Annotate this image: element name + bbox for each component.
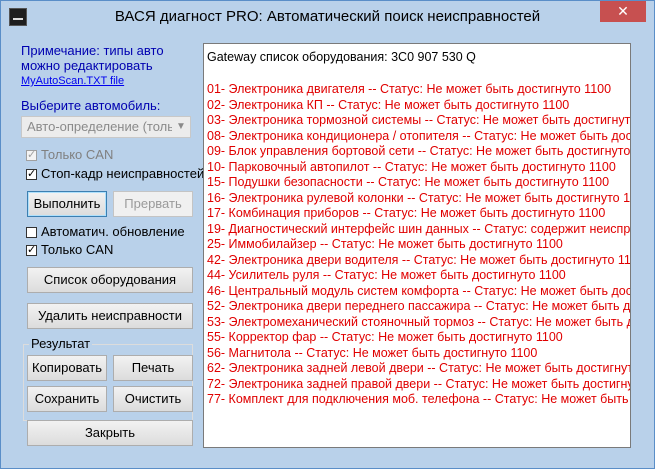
stop-button: Прервать	[113, 191, 193, 217]
list-item: 53- Электромеханический стояночный тормо…	[207, 314, 630, 329]
result-group-label: Результат	[29, 336, 93, 351]
list-item: 77- Комплект для подключения моб. телефо…	[207, 392, 630, 406]
only-can-label-2: Только CAN	[41, 242, 114, 257]
checkbox-box	[26, 148, 37, 162]
main-window: ВАСЯ диагност PRO: Автоматический поиск …	[0, 0, 655, 469]
auto-update-checkbox[interactable]: Автоматич. обновление	[26, 224, 185, 240]
autoscan-file-link[interactable]: MyAutoScan.TXT file	[21, 75, 124, 87]
checkbox-box[interactable]	[26, 243, 37, 257]
clear-faults-button[interactable]: Удалить неисправности	[27, 303, 193, 329]
list-item: 16- Электроника рулевой колонки -- Стату…	[207, 190, 631, 205]
list-item: 72- Электроника задней правой двери -- С…	[207, 376, 631, 391]
chevron-down-icon: ▼	[172, 117, 190, 137]
print-button[interactable]: Печать	[113, 355, 193, 381]
select-car-label: Выберите автомобиль:	[21, 98, 161, 113]
close-button[interactable]: Закрыть	[27, 420, 193, 446]
list-item: 56- Магнитола -- Статус: Не может быть д…	[207, 345, 538, 360]
only-can-label-1: Только CAN	[41, 147, 114, 162]
freeze-frame-label: Стоп-кадр неисправностей	[41, 166, 205, 181]
car-select: Авто-определение (тольк ▼	[21, 116, 191, 138]
copy-button[interactable]: Копировать	[27, 355, 107, 381]
list-item: 62- Электроника задней левой двери -- Ст…	[207, 361, 631, 375]
only-can-checkbox[interactable]: Только CAN	[26, 242, 113, 258]
clear-button[interactable]: Очистить	[113, 386, 193, 412]
window-title: ВАСЯ диагност PRO: Автоматический поиск …	[114, 8, 541, 25]
close-window-button[interactable]: ✕	[600, 1, 646, 22]
list-item: 46- Центральный модуль систем комфорта -…	[207, 283, 630, 298]
title-bar[interactable]: ВАСЯ диагност PRO: Автоматический поиск …	[1, 1, 654, 33]
only-can-checkbox-disabled: Только CAN	[26, 147, 113, 163]
checkbox-box[interactable]	[26, 167, 37, 181]
checkbox-box[interactable]	[26, 226, 37, 238]
list-item: 01- Электроника двигателя -- Статус: Не …	[207, 82, 612, 96]
equipment-list-button[interactable]: Список оборудования	[27, 267, 193, 293]
car-select-value: Авто-определение (тольк	[27, 119, 180, 134]
note-text: Примечание: типы авто можно редактироват…	[21, 43, 164, 73]
list-item: 15- Подушки безопасности -- Статус: Не м…	[207, 175, 610, 189]
list-item: 17- Комбинация приборов -- Статус: Не мо…	[207, 206, 606, 220]
list-item: 02- Электроника КП -- Статус: Не может б…	[207, 97, 570, 112]
list-item: 25- Иммобилайзер -- Статус: Не может быт…	[207, 237, 563, 251]
module-status-list: 01- Электроника двигателя -- Статус: Не …	[207, 82, 631, 408]
list-item: 19- Диагностический интерфейс шин данных…	[207, 221, 631, 236]
list-item: 44- Усилитель руля -- Статус: Не может б…	[207, 268, 566, 282]
client-area: Примечание: типы авто можно редактироват…	[9, 33, 646, 462]
freeze-frame-checkbox[interactable]: Стоп-кадр неисправностей	[26, 166, 204, 182]
list-item: 03- Электроника тормозной системы -- Ста…	[207, 113, 631, 127]
list-item: 55- Корректор фар -- Статус: Не может бы…	[207, 330, 563, 344]
run-button[interactable]: Выполнить	[27, 191, 107, 217]
list-item: 09- Блок управления бортовой сети -- Ста…	[207, 144, 631, 158]
list-item: 10- Парковочный автопилот -- Статус: Не …	[207, 159, 616, 174]
list-item: 42- Электроника двери водителя -- Статус…	[207, 252, 631, 267]
results-textbox[interactable]: Gateway список оборудования: 3C0 907 530…	[203, 43, 631, 448]
gateway-header: Gateway список оборудования: 3C0 907 530…	[207, 50, 476, 64]
list-item: 52- Электроника двери переднего пассажир…	[207, 299, 631, 313]
auto-update-label: Автоматич. обновление	[41, 224, 185, 239]
save-button[interactable]: Сохранить	[27, 386, 107, 412]
list-item: 08- Электроника кондиционера / отопителя…	[207, 128, 630, 143]
